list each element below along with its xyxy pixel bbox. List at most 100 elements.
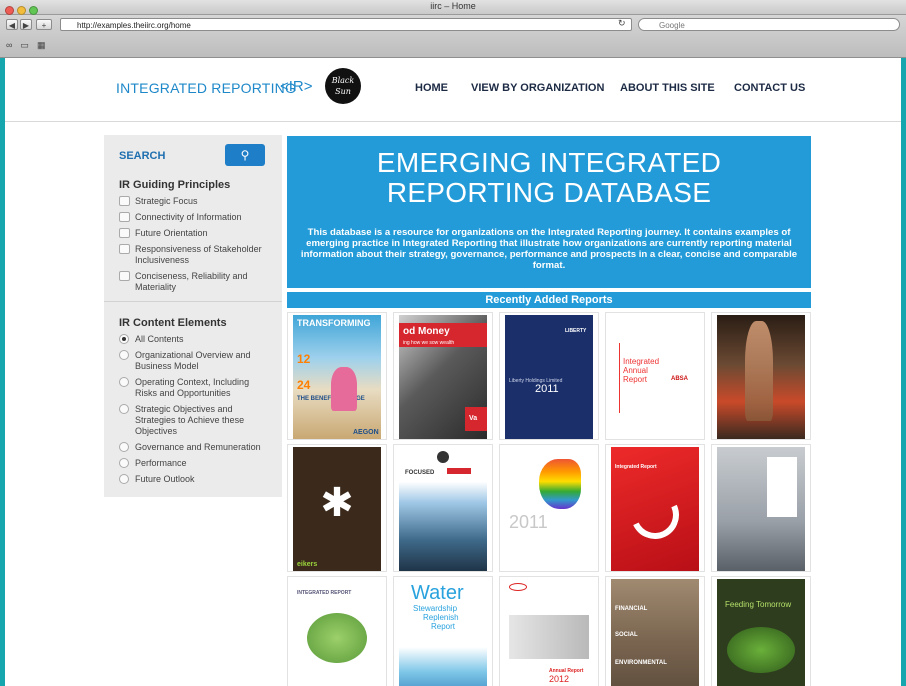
cover-image: FOCUSED: [399, 447, 487, 571]
radio-selected[interactable]: [119, 334, 129, 344]
cover-image: Feeding Tomorrow: [717, 579, 805, 686]
people-image: [307, 613, 367, 663]
back-arrow-icon: ◀: [8, 21, 16, 30]
earth-image: [727, 627, 795, 673]
ir-logo-badge[interactable]: <IR>: [280, 78, 313, 95]
principle-checkbox[interactable]: Future Orientation: [119, 228, 269, 239]
hero-title: EMERGING INTEGRATED REPORTING DATABASE: [287, 148, 811, 208]
red-logo: [447, 468, 471, 474]
checkbox[interactable]: [119, 228, 130, 238]
swoosh-icon: [624, 484, 686, 546]
africa-map-image: [539, 459, 581, 509]
element-radio[interactable]: Future Outlook: [119, 474, 269, 485]
checkbox[interactable]: [119, 244, 130, 254]
window-title: iirc – Home: [430, 1, 476, 11]
principles-heading: IR Guiding Principles: [119, 179, 231, 191]
report-cover[interactable]: FOCUSED: [393, 444, 493, 572]
sidebar-divider: [104, 301, 282, 302]
add-bookmark-button[interactable]: +: [36, 19, 52, 30]
nav-view-by-organization[interactable]: VIEW BY ORGANIZATION: [471, 82, 604, 94]
cover-image: Integrated Report: [611, 447, 699, 571]
cover-image: Integrated Annual Report ABSA: [611, 315, 699, 439]
cover-image: [717, 447, 805, 571]
white-panel: [767, 457, 797, 517]
radio[interactable]: [119, 442, 129, 452]
cover-image: LIBERTY Liberty Holdings Limited 2011: [505, 315, 593, 439]
principle-checkbox[interactable]: Strategic Focus: [119, 196, 269, 207]
hero-description: This database is a resource for organiza…: [300, 227, 798, 271]
report-cover[interactable]: ✱ eikers: [287, 444, 387, 572]
report-cover[interactable]: FINANCIAL SOCIAL ENVIRONMENTAL: [605, 576, 705, 686]
cover-image: od Money ing how we sow wealth Va: [399, 315, 487, 439]
cover-image: Annual Report 2012: [505, 579, 593, 686]
report-cover[interactable]: Feeding Tomorrow: [711, 576, 811, 686]
magnifier-icon: ⚲: [240, 148, 250, 162]
bookmarks-icon[interactable]: ▭: [20, 40, 29, 50]
hero-title-line: EMERGING INTEGRATED: [376, 147, 722, 178]
nav-about-this-site[interactable]: ABOUT THIS SITE: [620, 82, 715, 94]
red-rule: [619, 343, 620, 413]
element-radio[interactable]: All Contents: [119, 334, 269, 345]
top-sites-icon[interactable]: ▦: [37, 40, 46, 50]
radio[interactable]: [119, 350, 129, 360]
report-cover[interactable]: LIBERTY Liberty Holdings Limited 2011: [499, 312, 599, 440]
element-radio[interactable]: Governance and Remuneration: [119, 442, 269, 453]
title-bar: iirc – Home: [0, 0, 906, 15]
element-radio[interactable]: Operating Context, Including Risks and O…: [119, 377, 269, 399]
radio[interactable]: [119, 377, 129, 387]
report-cover[interactable]: INTEGRATED REPORT: [287, 576, 387, 686]
forward-button[interactable]: ▶: [20, 19, 32, 30]
reload-icon[interactable]: ↻: [618, 18, 626, 29]
search-button[interactable]: ⚲: [225, 144, 265, 166]
site-logo-text[interactable]: INTEGRATED REPORTING: [116, 80, 296, 96]
model-figure: [745, 321, 773, 421]
report-cover[interactable]: [711, 444, 811, 572]
principle-checkbox[interactable]: Connectivity of Information: [119, 212, 269, 223]
radio[interactable]: [119, 458, 129, 468]
report-cover[interactable]: Annual Report 2012: [499, 576, 599, 686]
filter-sidebar: SEARCH ⚲ IR Guiding Principles Strategic…: [104, 135, 282, 497]
nav-contact-us[interactable]: CONTACT US: [734, 82, 805, 94]
cover-image: FINANCIAL SOCIAL ENVIRONMENTAL: [611, 579, 699, 686]
web-page: INTEGRATED REPORTING <IR> Black Sun HOME…: [5, 58, 901, 686]
report-cover[interactable]: od Money ing how we sow wealth Va: [393, 312, 493, 440]
bookmarks-bar: ∞ ▭ ▦: [6, 40, 53, 51]
report-cover[interactable]: Integrated Report: [605, 444, 705, 572]
radio[interactable]: [119, 474, 129, 484]
browser-toolbar: ◀ ▶ + ◉ http://examples.theiirc.org/home…: [0, 15, 906, 58]
reading-list-icon[interactable]: ∞: [6, 40, 12, 50]
hero-banner: EMERGING INTEGRATED REPORTING DATABASE T…: [287, 136, 811, 288]
report-cover[interactable]: TRANSFORMING 12 24 THE BENEFITS OF AGE A…: [287, 312, 387, 440]
cover-image: Water Stewardship Replenish Report: [399, 579, 487, 686]
checkbox[interactable]: [119, 196, 130, 206]
report-cover[interactable]: Water Stewardship Replenish Report: [393, 576, 493, 686]
cover-image: [717, 315, 805, 439]
element-radio[interactable]: Organizational Overview and Business Mod…: [119, 350, 269, 372]
brand-logo: [509, 583, 527, 591]
child-figure: [331, 367, 357, 411]
star-icon: ✱: [320, 481, 354, 525]
elements-heading: IR Content Elements: [119, 317, 227, 329]
report-cover[interactable]: Integrated Annual Report ABSA: [605, 312, 705, 440]
principle-checkbox[interactable]: Responsiveness of Stakeholder Inclusiven…: [119, 244, 269, 266]
radio[interactable]: [119, 404, 129, 414]
cover-image: ✱ eikers: [293, 447, 381, 571]
report-cover[interactable]: [711, 312, 811, 440]
cover-image: INTEGRATED REPORT: [293, 579, 381, 686]
cover-image: 2011: [505, 447, 593, 571]
element-radio[interactable]: Strategic Objectives and Strategies to A…: [119, 404, 269, 437]
recent-reports-heading: Recently Added Reports: [287, 292, 811, 308]
site-header: INTEGRATED REPORTING <IR> Black Sun HOME…: [5, 58, 901, 122]
browser-search-field[interactable]: Google: [638, 18, 900, 31]
address-bar[interactable]: http://examples.theiirc.org/home: [60, 18, 632, 31]
report-cover[interactable]: 2011: [499, 444, 599, 572]
principle-checkbox[interactable]: Conciseness, Reliability and Materiality: [119, 271, 269, 293]
element-radio[interactable]: Performance: [119, 458, 269, 469]
nav-home[interactable]: HOME: [415, 82, 448, 94]
checkbox[interactable]: [119, 271, 130, 281]
emblem-icon: [437, 451, 449, 463]
plus-icon: +: [41, 21, 47, 30]
checkbox[interactable]: [119, 212, 130, 222]
hero-title-line: REPORTING DATABASE: [386, 177, 712, 208]
back-button[interactable]: ◀: [6, 19, 18, 30]
